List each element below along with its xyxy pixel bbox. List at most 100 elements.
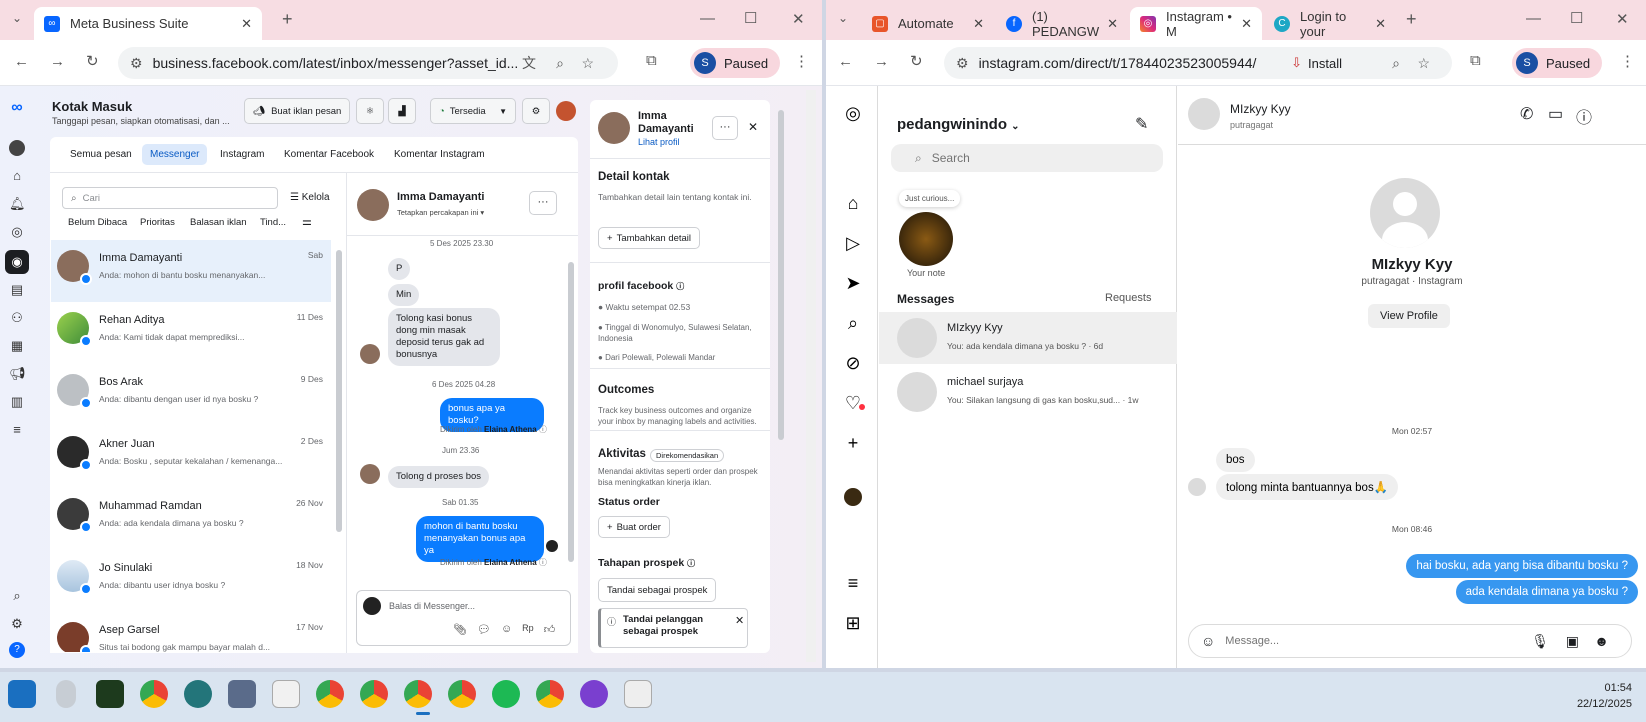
tab-meta-business-suite[interactable]: ∞ Meta Business Suite ✕: [34, 7, 262, 40]
tab-facebook[interactable]: f (1) PEDANGW ✕: [996, 7, 1128, 40]
install-app-button[interactable]: ⇩ Install: [1291, 55, 1342, 71]
conversation-item[interactable]: Imma Damayanti Anda: mohon di bantu bosku…: [51, 240, 331, 302]
chat-header-avatar[interactable]: [1188, 98, 1220, 130]
download-app-icon[interactable]: [8, 680, 36, 708]
reload-icon[interactable]: ↻: [86, 52, 99, 70]
spotify-icon[interactable]: [492, 680, 520, 708]
conversation-item[interactable]: Jo Sinulaki Anda: dibantu user idnya bosk…: [51, 550, 331, 612]
tab-facebook-comments[interactable]: Komentar Facebook: [284, 149, 374, 160]
thread-scrollbar[interactable]: [568, 262, 574, 562]
note-bubble[interactable]: Just curious...: [899, 190, 961, 207]
conversation-item[interactable]: Rehan Aditya Anda: Kami tidak dapat mempr…: [51, 302, 331, 364]
tab-messenger[interactable]: Messenger: [142, 144, 208, 165]
message-input[interactable]: ☺ Message... 🎙︎ ▣ ☻: [1188, 624, 1632, 658]
insights-button[interactable]: ▟: [388, 98, 416, 124]
bookmark-star-icon[interactable]: ☆: [1417, 55, 1430, 72]
saved-reply-icon[interactable]: 💬︎: [477, 623, 491, 636]
filter-follow-up[interactable]: Tind...: [260, 217, 286, 228]
inbox-icon[interactable]: ◉: [5, 250, 29, 274]
view-profile-button[interactable]: View Profile: [1368, 304, 1450, 328]
instagram-logo-icon[interactable]: ◎: [842, 102, 864, 124]
tab-all-messages[interactable]: Semua pesan: [70, 149, 132, 160]
tab-instagram[interactable]: ◎ Instagram • M ✕: [1130, 7, 1262, 40]
meta-home-logo-icon[interactable]: ∞: [9, 100, 25, 116]
notifications-icon[interactable]: 🔔︎: [9, 196, 26, 212]
new-tab-icon[interactable]: +: [1406, 9, 1417, 30]
compass-icon[interactable]: ◎: [9, 224, 25, 240]
conversation-list-scrollbar[interactable]: [336, 250, 342, 532]
tab-instagram-comments[interactable]: Komentar Instagram: [394, 149, 485, 160]
vpn-app-icon[interactable]: [580, 680, 608, 708]
address-bar[interactable]: ⚙ instagram.com/direct/t/178440235230059…: [944, 47, 1452, 79]
close-window-icon[interactable]: ✕: [792, 10, 805, 28]
mark-prospect-button[interactable]: Tandai sebagai prospek: [598, 578, 717, 602]
font-app-icon[interactable]: [624, 680, 652, 708]
content-icon[interactable]: ▤: [9, 282, 25, 298]
filter-options-icon[interactable]: ⚌: [302, 215, 312, 228]
clock-date[interactable]: 22/12/2025: [1564, 698, 1632, 710]
thread-item[interactable]: MIzkyy Kyy You: ada kendala dimana ya bo…: [879, 312, 1177, 364]
search-rail-icon[interactable]: ⌕: [9, 588, 25, 604]
view-profile-link[interactable]: Lihat profil: [638, 137, 680, 147]
requests-link[interactable]: Requests: [1105, 292, 1151, 304]
search-icon[interactable]: ⌕: [842, 312, 864, 334]
window-app-icon[interactable]: [228, 680, 256, 708]
notepad-app-icon[interactable]: [272, 680, 300, 708]
conversation-info-icon[interactable]: ⓘ: [1576, 104, 1592, 128]
like-icon[interactable]: 👍︎: [544, 623, 556, 636]
chrome-profile-icon[interactable]: [360, 680, 388, 708]
site-info-icon[interactable]: ⚙: [956, 55, 969, 72]
automation-button[interactable]: ⚛: [356, 98, 384, 124]
back-icon[interactable]: ←: [14, 53, 29, 70]
instagram-search-input[interactable]: ⌕ Search: [891, 144, 1163, 172]
chat-header-name[interactable]: MIzkyy Kyy: [1230, 102, 1291, 116]
create-message-ad-button[interactable]: 📣︎ Buat iklan pesan: [244, 98, 351, 124]
contact-more-button[interactable]: ···: [712, 116, 738, 140]
dismiss-notice-icon[interactable]: ✕: [735, 614, 744, 627]
conversation-item[interactable]: Akner Juan Anda: Bosku , seputar kekalaha…: [51, 426, 331, 488]
emoji-icon[interactable]: ☺: [1201, 633, 1215, 649]
new-tab-icon[interactable]: +: [282, 9, 293, 30]
chrome-active-icon[interactable]: [404, 680, 432, 708]
forward-icon[interactable]: →: [50, 53, 65, 70]
clock-time[interactable]: 01:54: [1578, 682, 1632, 694]
minimize-icon[interactable]: —: [1526, 10, 1541, 27]
voice-call-icon[interactable]: ✆: [1520, 104, 1533, 124]
tab-automate[interactable]: ▢ Automate ✕: [862, 7, 994, 40]
conversation-item[interactable]: Asep Garsel Situs tai bodong gak mampu ba…: [51, 612, 331, 652]
conversation-item[interactable]: Bos Arak Anda: dibantu dengan user id nya…: [51, 364, 331, 426]
filter-unread[interactable]: Belum Dibaca: [68, 217, 127, 228]
game-app-icon[interactable]: [96, 680, 124, 708]
close-tab-icon[interactable]: ✕: [1241, 16, 1252, 32]
browser-menu-icon[interactable]: ⋮: [1620, 52, 1635, 70]
profile-icon[interactable]: [844, 488, 862, 506]
chrome-profile-icon[interactable]: [140, 680, 168, 708]
maximize-icon[interactable]: ☐: [744, 9, 757, 27]
site-info-icon[interactable]: ⚙: [130, 55, 143, 72]
thread-more-button[interactable]: ···: [529, 191, 557, 215]
create-icon[interactable]: +: [842, 432, 864, 454]
video-call-icon[interactable]: ▭: [1548, 104, 1563, 124]
menu-icon[interactable]: ≡: [9, 422, 25, 438]
account-switcher[interactable]: pedangwinindo ⌄: [897, 116, 1020, 133]
address-bar[interactable]: ⚙ business.facebook.com/latest/inbox/mes…: [118, 47, 618, 79]
reply-composer[interactable]: Balas di Messenger... 📎︎ 💬︎ ☺ Rp 👍︎: [356, 590, 571, 646]
attach-icon[interactable]: 📎︎: [453, 623, 467, 636]
assign-conversation[interactable]: Tetapkan percakapan ini ▾: [397, 208, 484, 217]
page-avatar[interactable]: [556, 101, 576, 121]
thread-item[interactable]: michael surjaya You: Silakan langsung di…: [879, 366, 1177, 418]
image-icon[interactable]: ▣: [1566, 633, 1579, 650]
chrome-profile-icon[interactable]: [536, 680, 564, 708]
profile-button[interactable]: S Paused: [690, 48, 781, 78]
bookmark-star-icon[interactable]: ☆: [581, 55, 594, 72]
close-panel-icon[interactable]: ✕: [748, 120, 758, 134]
close-tab-icon[interactable]: ✕: [241, 16, 252, 32]
create-order-button[interactable]: + Buat order: [598, 516, 670, 538]
forward-icon[interactable]: →: [874, 53, 889, 70]
zoom-icon[interactable]: ⌕: [556, 55, 564, 72]
extensions-icon[interactable]: ⧉: [646, 52, 657, 69]
apps-icon[interactable]: ⊞: [842, 612, 864, 634]
chrome-profile-icon[interactable]: [448, 680, 476, 708]
microphone-icon[interactable]: 🎙︎: [1531, 633, 1549, 650]
notifications-heart-icon[interactable]: ♡: [842, 392, 864, 414]
